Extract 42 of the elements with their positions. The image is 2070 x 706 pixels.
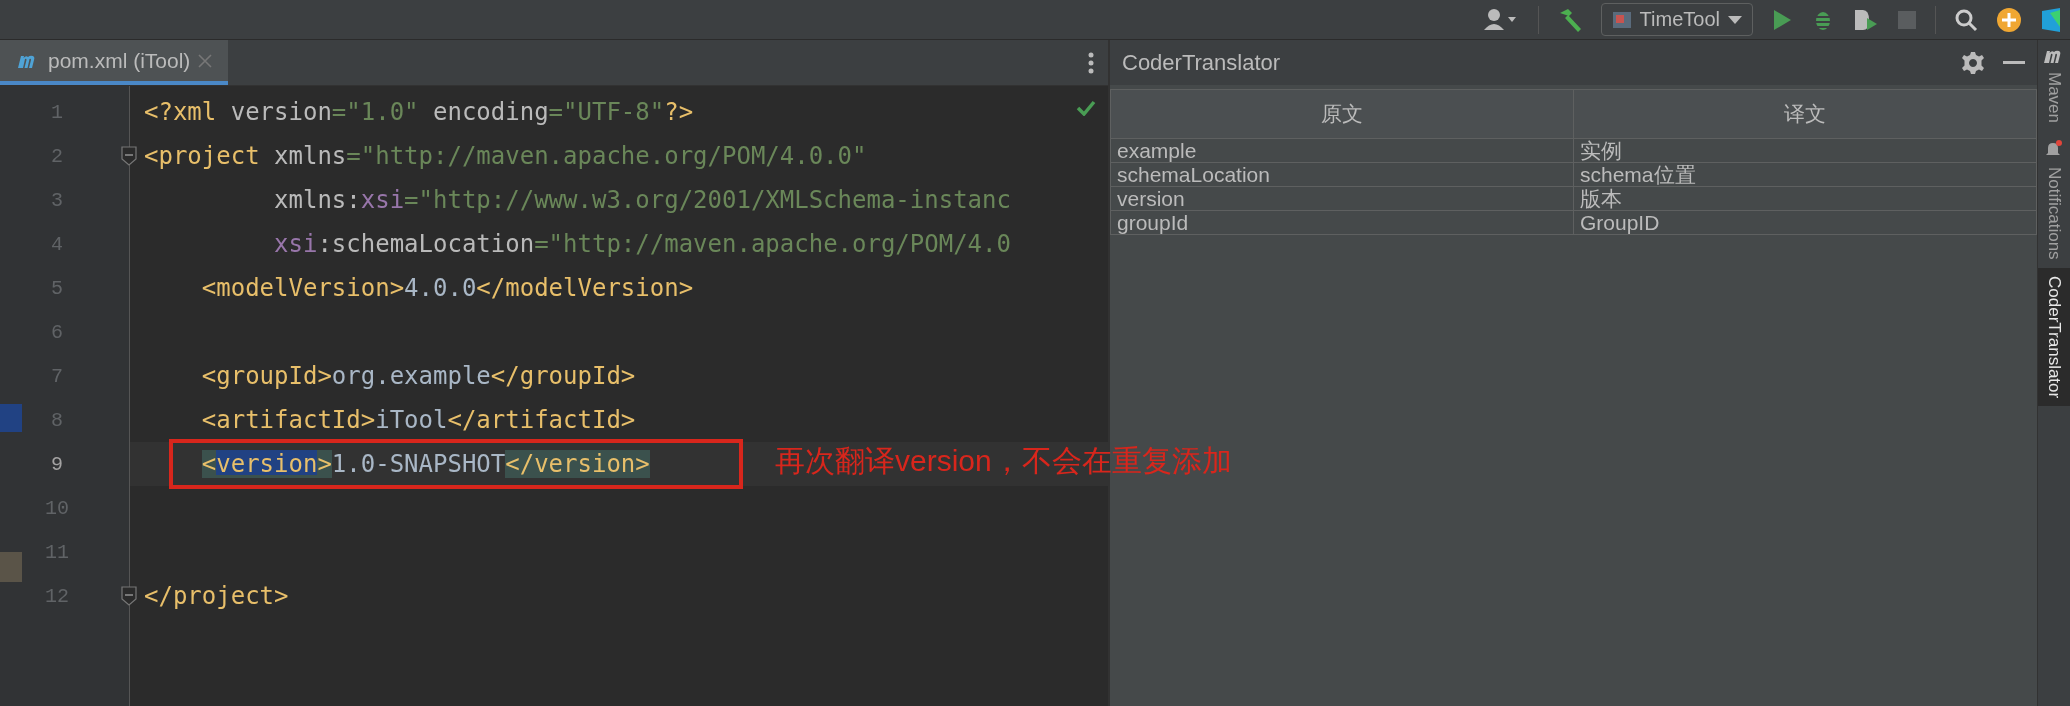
update-icon[interactable] (1996, 6, 2022, 33)
file-tab[interactable]: pom.xml (iTool) (0, 40, 229, 85)
search-icon[interactable] (1954, 7, 1978, 32)
more-icon[interactable] (1088, 51, 1094, 74)
code-line: xsi:schemaLocation="http://maven.apache.org/POM/4.0 (273, 230, 1011, 258)
table-cell: example (1110, 138, 1574, 163)
code-line: xmlns:xsi="http://www.w3.org/2001/XMLSchema-instanc (273, 186, 1011, 214)
table-cell: GroupID (1573, 210, 2037, 235)
code-line: <?xml version="1.0" encoding="UTF-8"?> (144, 98, 694, 126)
table-cell: groupId (1110, 210, 1574, 235)
code-line: </project> (144, 582, 289, 610)
panel-title: CoderTranslator (1122, 49, 1282, 76)
table-cell: schemaLocation (1110, 162, 1574, 187)
app-window-icon (1611, 10, 1632, 29)
fold-icon[interactable] (121, 146, 137, 166)
fold-icon[interactable] (121, 586, 137, 606)
code-line: <artifactId>iTool</artifactId> (200, 406, 636, 434)
caret-icon (1728, 15, 1742, 24)
side-tab[interactable]: Notifications (2038, 131, 2070, 268)
change-marker (0, 552, 22, 582)
side-tab[interactable]: Maven (2038, 40, 2070, 132)
side-tab[interactable]: CoderTranslator (2038, 267, 2070, 406)
check-icon (1076, 100, 1096, 116)
annotation-text: 再次翻译version，不会在重复添加 (775, 443, 1232, 479)
table-cell: 实例 (1573, 138, 2037, 163)
table-cell: 版本 (1573, 186, 2037, 211)
code-line: <groupId>org.example</groupId> (200, 362, 636, 390)
column-header[interactable]: 译文 (1573, 89, 2037, 139)
minimize-icon[interactable] (2003, 60, 2025, 65)
table-cell: version (1110, 186, 1574, 211)
coverage-icon[interactable] (1853, 7, 1879, 32)
run-config-dropdown[interactable]: TimeTool (1600, 3, 1753, 36)
ide-logo-icon[interactable] (2040, 6, 2062, 33)
table-cell: schema位置 (1573, 162, 2037, 187)
settings-icon[interactable] (1961, 50, 1985, 75)
code-line: <version>1.0-SNAPSHOT</version> (200, 450, 650, 478)
code-line: <modelVersion>4.0.0</modelVersion> (200, 274, 694, 302)
column-header[interactable]: 原文 (1110, 89, 1574, 139)
run-icon[interactable] (1771, 7, 1793, 32)
change-marker (0, 404, 22, 432)
line-number: 9 (50, 452, 64, 476)
code-line: <project xmlns="http://maven.apache.org/POM/4.0.0" (144, 142, 867, 170)
